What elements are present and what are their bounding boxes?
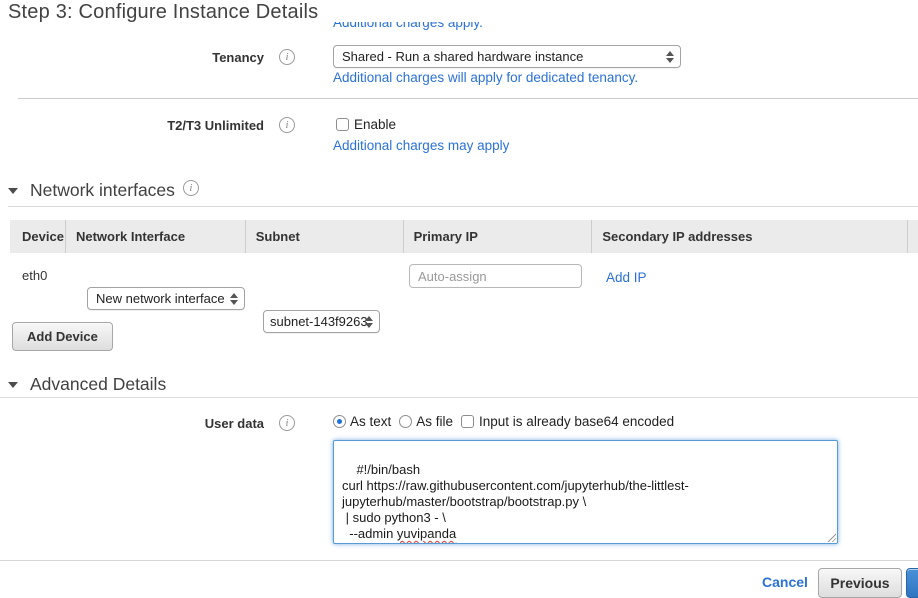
as-text-label: As text — [350, 414, 391, 429]
network-interfaces-table-header: Device Network Interface Subnet Primary … — [10, 220, 918, 253]
select-stepper-icon — [365, 315, 374, 329]
tenancy-charges-link[interactable]: Additional charges will apply for dedica… — [333, 70, 638, 85]
subnet-select[interactable]: subnet-143f9263 — [263, 310, 380, 333]
column-header-secondary-ip: Secondary IP addresses — [591, 220, 907, 253]
column-header-device: Device — [10, 220, 65, 253]
t2t3-charges-link[interactable]: Additional charges may apply — [333, 138, 509, 153]
column-header-network-interface: Network Interface — [65, 220, 245, 253]
user-data-options: As text As file Input is already base64 … — [333, 414, 682, 429]
collapse-caret-icon — [8, 188, 18, 194]
network-interfaces-title: Network interfaces — [30, 180, 175, 201]
select-stepper-icon — [230, 292, 239, 306]
subnet-selected-value: subnet-143f9263 — [270, 314, 368, 329]
add-device-button[interactable]: Add Device — [12, 322, 113, 351]
t2t3-info-icon[interactable]: i — [279, 117, 295, 133]
configure-instance-page: Additional charges apply. Step 3: Config… — [0, 0, 918, 598]
user-data-textarea[interactable]: #!/bin/bash curl https://raw.githubuserc… — [333, 440, 838, 544]
page-title: Step 3: Configure Instance Details — [0, 0, 918, 24]
network-interfaces-section-header[interactable]: Network interfaces i — [8, 180, 199, 201]
divider — [8, 206, 918, 207]
collapse-caret-icon — [8, 382, 18, 388]
t2t3-unlimited-label: T2/T3 Unlimited — [0, 118, 264, 133]
as-file-radio[interactable] — [399, 415, 412, 428]
divider — [18, 98, 918, 99]
enable-checkbox[interactable] — [336, 118, 349, 131]
add-ip-link[interactable]: Add IP — [606, 270, 647, 285]
user-data-script: #!/bin/bash curl https://raw.githubuserc… — [342, 462, 689, 541]
device-cell: eth0 — [22, 268, 47, 283]
primary-ip-input[interactable] — [409, 264, 582, 288]
tenancy-label: Tenancy — [0, 50, 264, 65]
divider — [0, 397, 918, 398]
network-interface-select[interactable]: New network interface — [87, 287, 245, 310]
as-text-radio[interactable] — [333, 415, 346, 428]
enable-checkbox-label: Enable — [354, 117, 396, 132]
previous-button[interactable]: Previous — [818, 568, 902, 598]
tenancy-selected-value: Shared - Run a shared hardware instance — [342, 49, 583, 64]
cancel-link[interactable]: Cancel — [762, 574, 808, 590]
user-data-info-icon[interactable]: i — [279, 415, 295, 431]
column-header-primary-ip: Primary IP — [403, 220, 592, 253]
t2t3-enable-row: Enable — [336, 117, 396, 132]
base64-label: Input is already base64 encoded — [479, 414, 674, 429]
as-file-label: As file — [416, 414, 453, 429]
column-header-extra — [907, 220, 918, 253]
resize-handle[interactable] — [826, 532, 836, 542]
advanced-details-title: Advanced Details — [30, 374, 166, 395]
user-data-admin-user: yuvipanda — [397, 526, 456, 541]
primary-next-button[interactable] — [906, 568, 918, 598]
advanced-details-section-header[interactable]: Advanced Details — [8, 374, 166, 395]
column-header-subnet: Subnet — [245, 220, 403, 253]
network-interfaces-info-icon[interactable]: i — [183, 180, 199, 196]
divider — [0, 560, 918, 561]
tenancy-info-icon[interactable]: i — [279, 49, 295, 65]
tenancy-select[interactable]: Shared - Run a shared hardware instance — [333, 45, 681, 68]
network-interface-selected-value: New network interface — [96, 291, 225, 306]
select-stepper-icon — [666, 50, 675, 64]
page-header-bar: Step 3: Configure Instance Details — [0, 0, 918, 22]
user-data-label: User data — [0, 416, 264, 431]
base64-checkbox[interactable] — [461, 415, 474, 428]
